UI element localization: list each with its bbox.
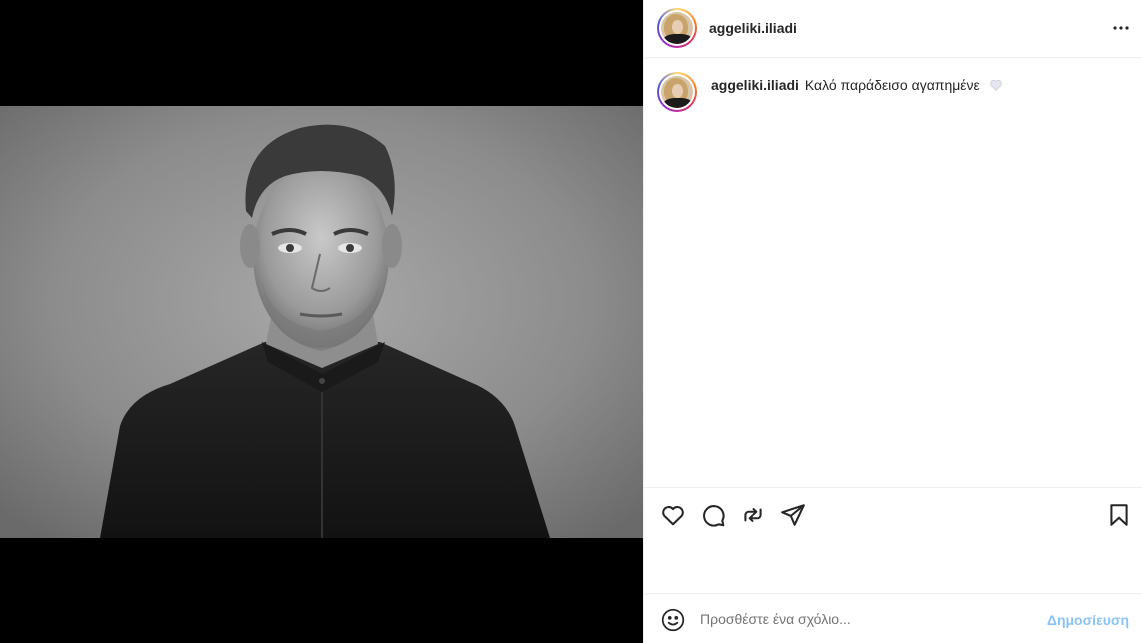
author-username[interactable]: aggeliki.iliadi bbox=[709, 20, 797, 36]
send-icon[interactable] bbox=[780, 502, 806, 528]
post-header: aggeliki.iliadi bbox=[644, 0, 1142, 58]
post-side-panel: aggeliki.iliadi aggeliki.iliadi Καλό παρ… bbox=[643, 0, 1142, 643]
comment-bar: Δημοσίευση bbox=[644, 593, 1142, 643]
repost-icon[interactable] bbox=[740, 502, 766, 528]
post-photo[interactable] bbox=[0, 106, 643, 538]
heart-icon[interactable] bbox=[660, 502, 686, 528]
caption: aggeliki.iliadi Καλό παράδεισο αγαπημένε bbox=[711, 77, 1003, 95]
caption-username[interactable]: aggeliki.iliadi bbox=[711, 77, 799, 93]
post-comment-button[interactable]: Δημοσίευση bbox=[1047, 612, 1129, 628]
post-media bbox=[0, 0, 643, 643]
caption-avatar[interactable] bbox=[657, 72, 697, 112]
emoji-icon[interactable] bbox=[660, 607, 686, 633]
author-avatar[interactable] bbox=[657, 8, 697, 48]
comment-icon[interactable] bbox=[700, 502, 726, 528]
bookmark-icon[interactable] bbox=[1106, 502, 1132, 528]
more-options-icon[interactable] bbox=[1109, 16, 1133, 40]
white-heart-icon bbox=[989, 78, 1003, 95]
caption-text: Καλό παράδεισο αγαπημένε bbox=[804, 77, 980, 93]
comment-input[interactable] bbox=[700, 607, 1030, 631]
action-bar bbox=[644, 487, 1142, 541]
